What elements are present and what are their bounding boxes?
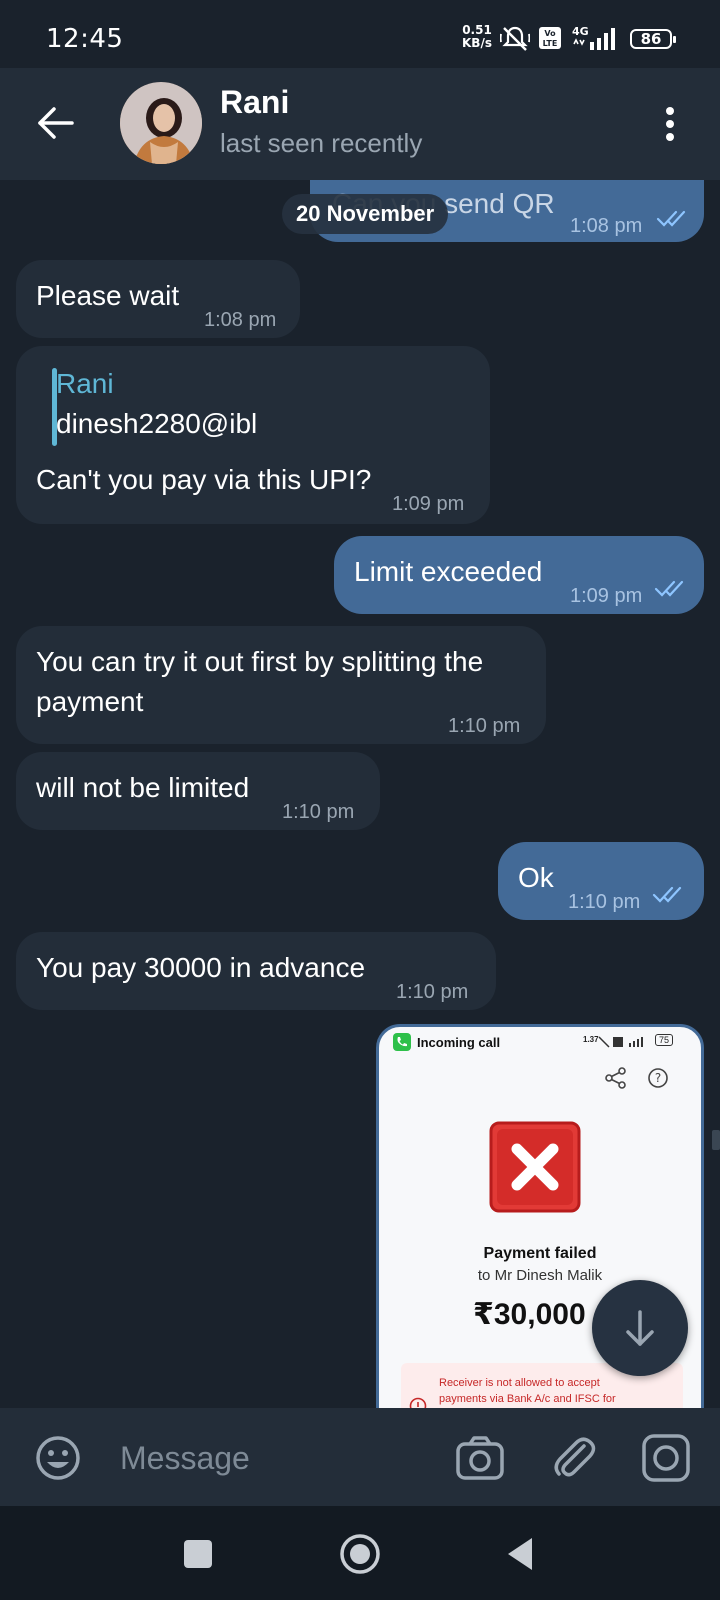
share-icon <box>605 1067 626 1089</box>
status-bar: 12:45 0.51 KB/s Vo LTE 4G 86 <box>0 0 720 68</box>
inner-status-icons <box>598 1036 643 1048</box>
system-navigation-bar <box>0 1506 720 1600</box>
more-vertical-icon[interactable] <box>660 104 680 144</box>
arrow-down-icon <box>626 1310 654 1346</box>
message-text: Ok <box>518 862 554 893</box>
message-list[interactable]: Can you send QR 1:08 pm 20 November Plea… <box>0 180 720 1408</box>
speed-unit: KB/s <box>462 36 492 50</box>
volte-icon: Vo LTE <box>539 27 561 49</box>
message-bubble-incoming[interactable]: Rani dinesh2280@ibl Can't you pay via th… <box>16 346 490 524</box>
incoming-call-label: Incoming call <box>417 1035 501 1050</box>
inner-battery: 75 <box>655 1034 674 1046</box>
contact-status: last seen recently <box>220 128 423 158</box>
signal-icon: 4G <box>572 25 615 50</box>
message-bubble-outgoing[interactable]: Limit exceeded 1:09 pm <box>334 536 704 614</box>
contact-name[interactable]: Rani <box>220 84 289 121</box>
failed-cross-icon <box>489 1121 581 1213</box>
svg-text:?: ? <box>655 1071 661 1085</box>
chat-header: Rani last seen recently <box>0 68 720 180</box>
message-time: 1:09 pm <box>570 585 643 607</box>
camera-icon[interactable] <box>454 1432 506 1484</box>
reply-text[interactable]: dinesh2280@ibl <box>56 404 257 444</box>
battery-indicator: 86 <box>630 29 676 49</box>
message-time: 1:10 pm <box>396 981 469 1003</box>
scroll-handle[interactable] <box>712 1130 720 1150</box>
payment-status-title: Payment failed <box>483 1245 597 1262</box>
battery-level: 86 <box>640 30 662 48</box>
message-composer <box>0 1408 720 1506</box>
message-bubble-incoming[interactable]: You can try it out first by splitting th… <box>16 626 546 744</box>
error-info-icon <box>409 1397 427 1408</box>
mute-icon <box>500 26 530 51</box>
avatar[interactable] <box>120 82 202 164</box>
avatar-photo <box>120 82 202 164</box>
message-time: 1:09 pm <box>392 493 465 515</box>
svg-text:LTE: LTE <box>543 39 558 48</box>
reply-author[interactable]: Rani <box>56 364 114 404</box>
scroll-down-button[interactable] <box>592 1280 688 1376</box>
message-bubble-incoming[interactable]: Please wait 1:08 pm <box>16 260 300 338</box>
network-speed: 0.51 KB/s <box>462 24 492 50</box>
payment-amount: ₹30,000 <box>473 1298 586 1331</box>
back-arrow-icon[interactable] <box>34 100 80 146</box>
recents-square-icon[interactable] <box>176 1532 220 1576</box>
message-input[interactable] <box>120 1436 420 1480</box>
phone-call-icon <box>393 1033 411 1051</box>
message-time: 1:08 pm <box>570 215 643 237</box>
message-time: 1:10 pm <box>448 715 521 737</box>
error-line-2: payments via Bank A/c and IFSC for <box>439 1393 616 1405</box>
message-text: Can't you pay via this UPI? <box>36 464 372 495</box>
message-bubble-incoming[interactable]: You pay 30000 in advance 1:10 pm <box>16 932 496 1010</box>
status-time: 12:45 <box>46 24 124 54</box>
message-time: 1:10 pm <box>568 891 641 913</box>
help-icon: ? <box>648 1068 668 1088</box>
date-separator: 20 November <box>282 194 449 234</box>
status-icons: Vo LTE 4G <box>500 24 620 52</box>
double-check-icon <box>652 886 682 903</box>
svg-text:4G: 4G <box>572 25 589 38</box>
svg-text:Vo: Vo <box>544 29 556 38</box>
message-bubble-incoming[interactable]: will not be limited 1:10 pm <box>16 752 380 830</box>
message-time: 1:10 pm <box>282 801 355 823</box>
message-text: Please wait <box>36 280 180 311</box>
double-check-icon <box>656 210 686 227</box>
message-text: You pay 30000 in advance <box>36 952 366 983</box>
message-text: will not be limited <box>36 772 250 803</box>
home-circle-icon[interactable] <box>338 1532 382 1576</box>
paperclip-icon[interactable] <box>548 1432 600 1484</box>
double-check-icon <box>654 580 684 597</box>
error-line-1: Receiver is not allowed to accept <box>439 1377 600 1389</box>
message-bubble-outgoing[interactable]: Ok 1:10 pm <box>498 842 704 920</box>
emoji-icon[interactable] <box>32 1432 84 1484</box>
back-triangle-icon[interactable] <box>500 1532 544 1576</box>
message-text: Limit exceeded <box>354 556 543 587</box>
instagram-camera-icon[interactable] <box>640 1432 692 1484</box>
message-time: 1:08 pm <box>204 309 277 331</box>
